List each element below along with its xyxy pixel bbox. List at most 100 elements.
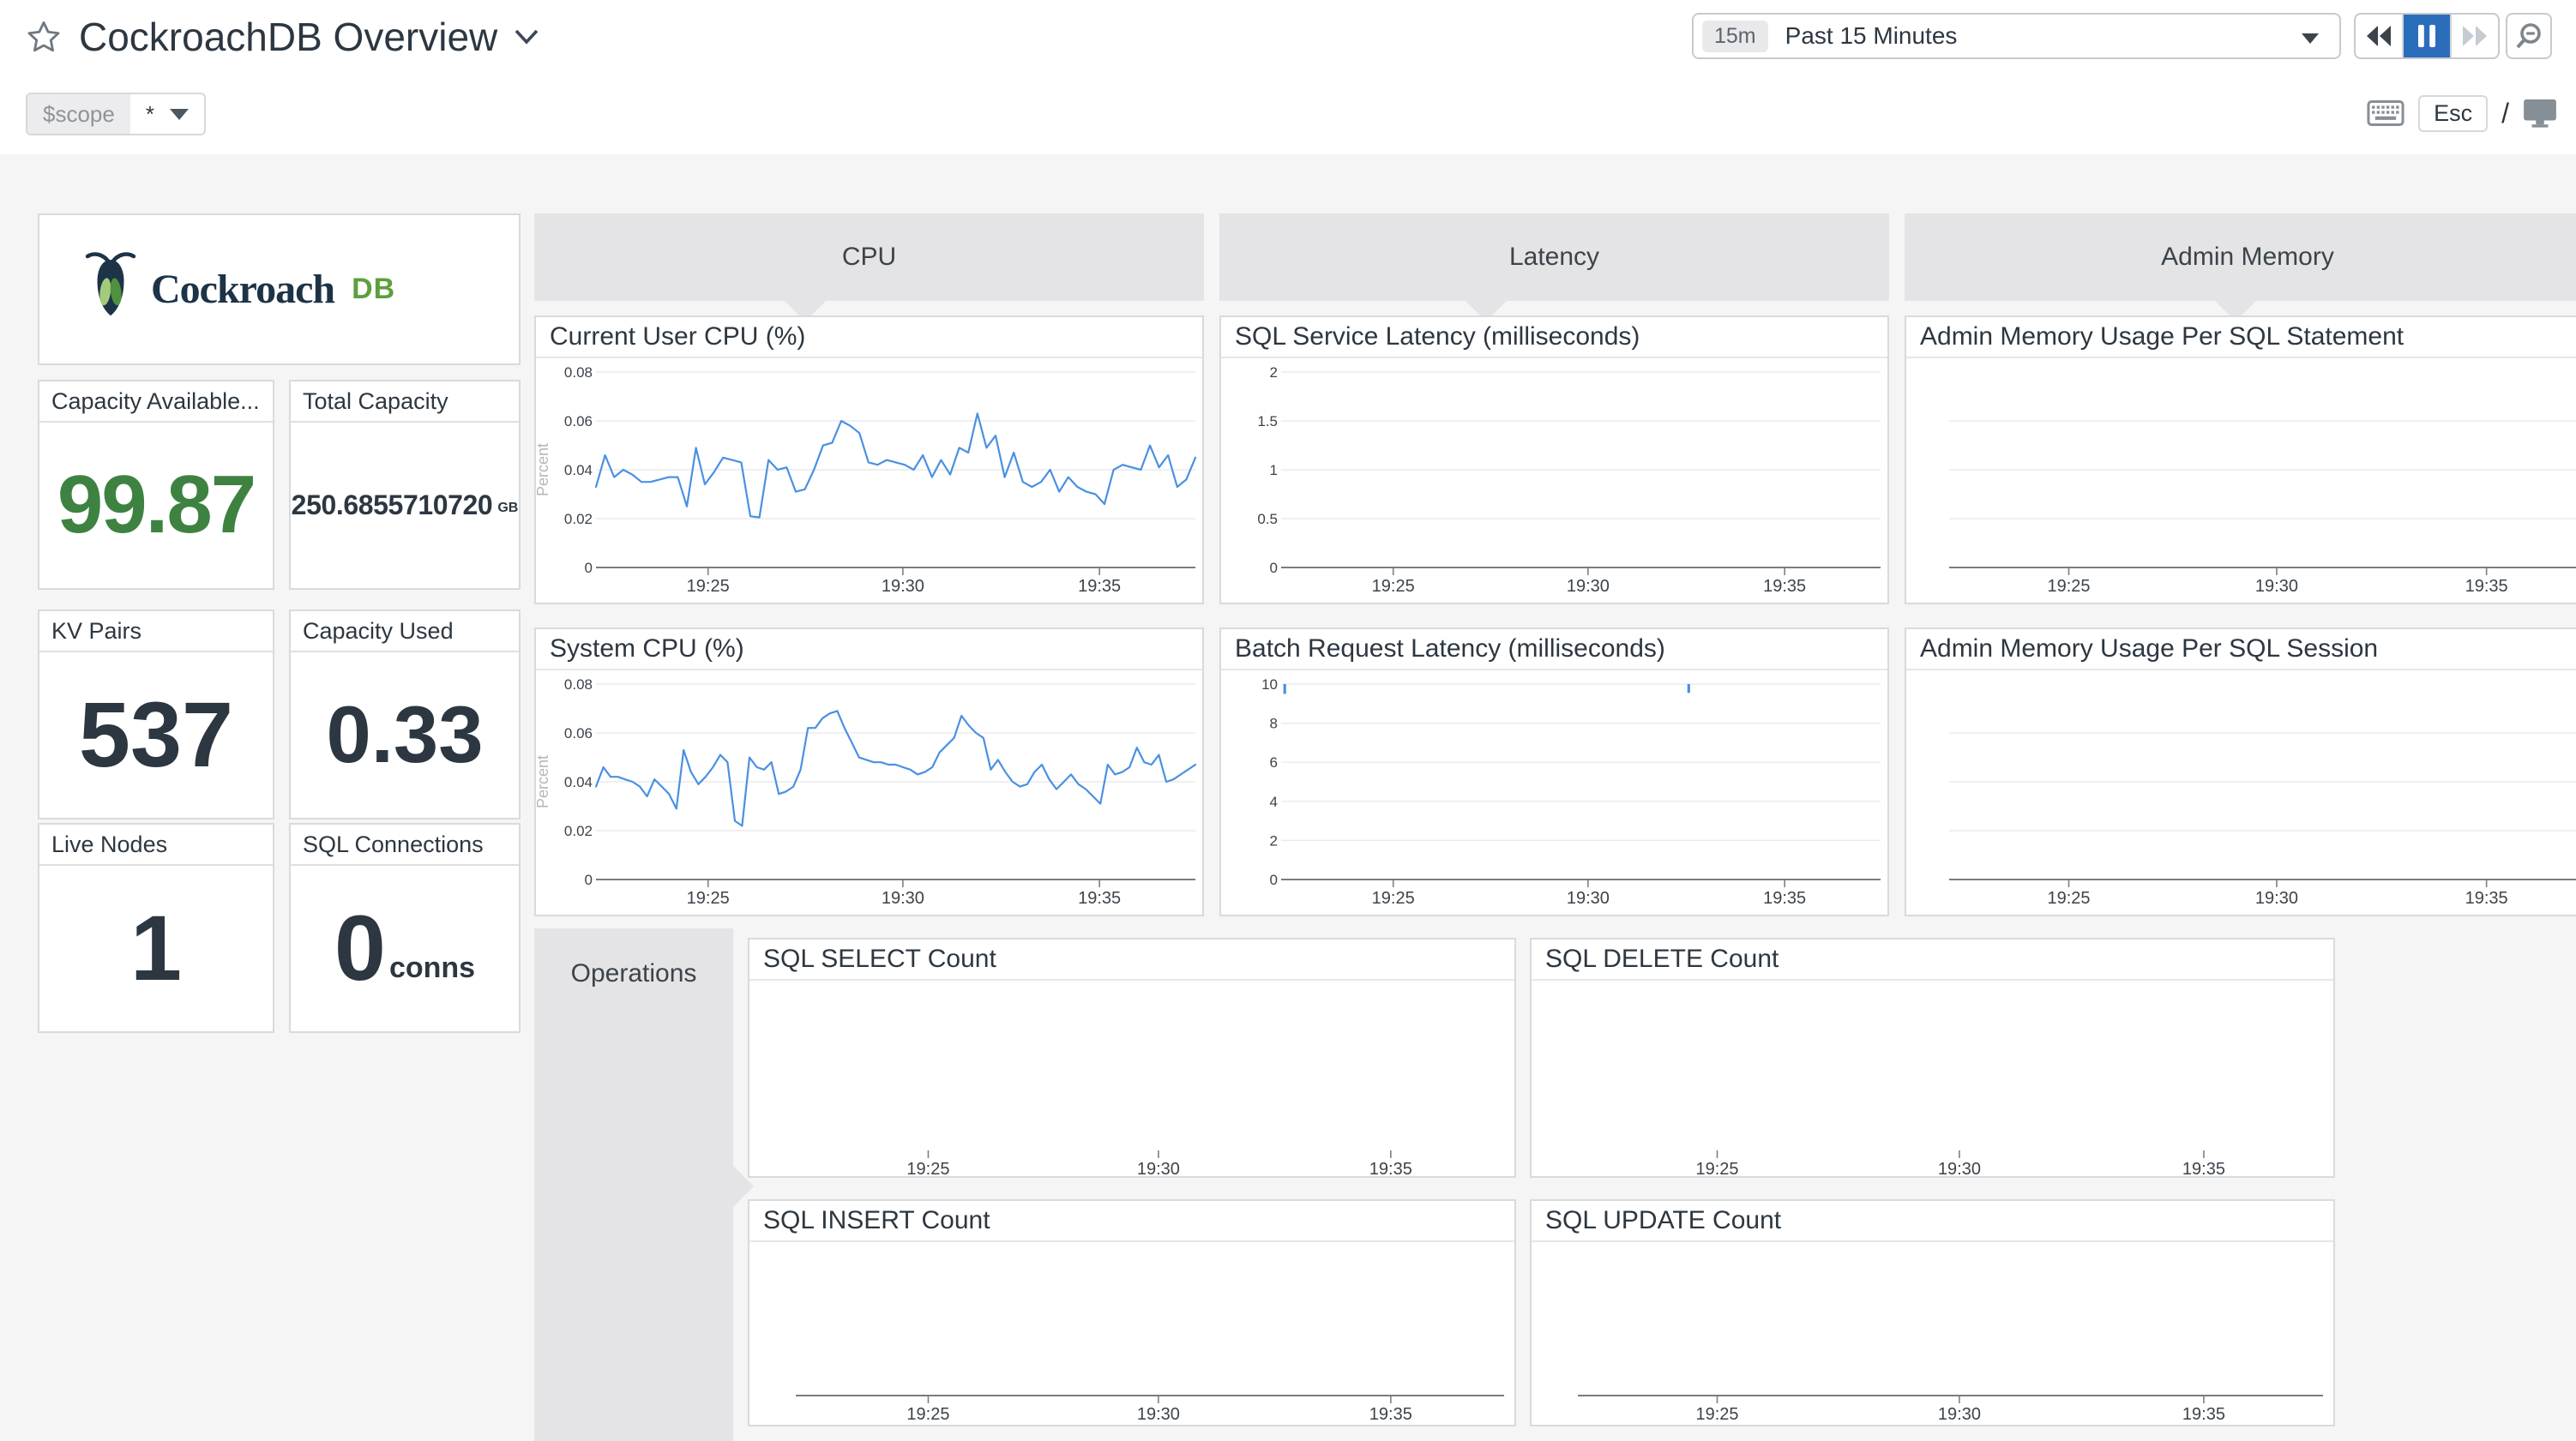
chart-card-admin-memory-session[interactable]: Admin Memory Usage Per SQL Session19:251… [1905,627,2576,916]
svg-text:6: 6 [1270,754,1278,771]
brand-suffix: DB [352,273,395,306]
time-range-selector[interactable]: 15m Past 15 Minutes [1692,13,2341,59]
svg-text:0.04: 0.04 [564,774,593,790]
fast-forward-icon [2463,26,2487,46]
svg-text:19:25: 19:25 [2047,577,2090,596]
chart-card-system-cpu[interactable]: System CPU (%)00.020.040.060.0819:2519:3… [534,627,1204,916]
svg-text:0: 0 [585,872,593,888]
chart-card-sql-select-count[interactable]: SQL SELECT Count19:2519:3019:35 [748,938,1516,1178]
svg-text:1.5: 1.5 [1257,413,1278,429]
svg-text:19:25: 19:25 [906,1405,949,1424]
stat-card-live-nodes[interactable]: Live Nodes 1 [38,823,274,1033]
chart-title: Current User CPU (%) [536,317,1202,358]
cockroachdb-logo-card: Cockroach DB [38,213,521,365]
svg-text:19:25: 19:25 [1695,1405,1738,1424]
group-label: Latency [1509,243,1599,272]
stat-value: 0 [334,902,386,994]
fast-forward-button[interactable] [2450,15,2498,57]
svg-text:0.08: 0.08 [564,364,593,381]
svg-text:19:25: 19:25 [1695,1160,1738,1178]
group-label: CPU [842,243,896,272]
stat-card-capacity-available[interactable]: Capacity Available... 99.87 [38,380,274,590]
group-header-cpu[interactable]: CPU [534,213,1204,301]
chart-card-sql-update-count[interactable]: SQL UPDATE Count 19:25 19:30 19:35 [1530,1199,2335,1426]
chart-card-sql-delete-count[interactable]: SQL DELETE Count19:2519:3019:35 [1530,938,2335,1178]
zoom-out-button[interactable] [2506,13,2552,59]
stat-value: 537 [79,688,233,781]
svg-text:Percent: Percent [536,443,551,496]
chart-card-batch-request-latency[interactable]: Batch Request Latency (milliseconds)0246… [1219,627,1889,916]
time-range-label: Past 15 Minutes [1785,22,1958,50]
svg-text:19:25: 19:25 [687,889,730,908]
pause-button[interactable] [2404,15,2450,57]
chart-title: SQL INSERT Count [749,1201,1514,1242]
svg-text:0.04: 0.04 [564,462,593,478]
dashboard-app: CockroachDB Overview 15m Past 15 Minutes… [0,0,2576,1441]
scope-value-text: * [146,101,154,128]
page-title: CockroachDB Overview [79,14,497,60]
svg-text:19:30: 19:30 [1938,1160,1981,1178]
chart-plot[interactable]: 19:2519:3019:35 [749,1242,1514,1426]
svg-text:0.06: 0.06 [564,413,593,429]
star-icon[interactable] [26,19,62,55]
svg-text:19:30: 19:30 [2255,889,2298,908]
svg-text:19:30: 19:30 [882,889,924,908]
chart-plot[interactable]: 19:2519:3019:35 [749,981,1514,1178]
stat-card-kv-pairs[interactable]: KV Pairs 537 [38,609,274,820]
svg-text:0.5: 0.5 [1257,511,1278,527]
chart-card-current-user-cpu[interactable]: Current User CPU (%)00.020.040.060.0819:… [534,315,1204,604]
chart-title: Admin Memory Usage Per SQL Session [1906,629,2576,670]
svg-text:19:35: 19:35 [2182,1405,2225,1424]
svg-text:19:30: 19:30 [1567,889,1610,908]
scope-value[interactable]: * [130,94,204,134]
svg-text:4: 4 [1270,794,1278,810]
chart-plot[interactable]: 19:2519:3019:35 [1532,981,2333,1178]
dropdown-caret-icon [2302,33,2319,44]
chart-plot[interactable]: 024681019:2519:3019:35 [1221,670,1887,916]
chart-plot[interactable]: 00.020.040.060.0819:2519:3019:35Percent [536,670,1202,916]
brand-name: Cockroach [151,266,334,313]
svg-text:0: 0 [1270,560,1278,576]
fullscreen-tv-icon[interactable] [2523,99,2557,128]
rewind-icon [2367,26,2391,46]
svg-text:0: 0 [1270,872,1278,888]
stat-title: Capacity Used [291,611,519,652]
svg-text:19:35: 19:35 [1763,577,1806,596]
stat-title: Live Nodes [39,825,273,866]
chart-plot[interactable]: 19:25 19:30 19:35 [1532,1242,2333,1426]
chart-title: SQL UPDATE Count [1532,1201,2333,1242]
time-range-chip: 15m [1702,21,1768,52]
stat-card-capacity-used[interactable]: Capacity Used 0.33 [289,609,521,820]
chart-title: Batch Request Latency (milliseconds) [1221,629,1887,670]
pause-icon [2418,25,2435,47]
svg-text:19:30: 19:30 [1567,577,1610,596]
svg-text:19:25: 19:25 [687,577,730,596]
chart-plot[interactable]: 19:2519:3019:35 [1906,670,2576,916]
chart-card-sql-insert-count[interactable]: SQL INSERT Count19:2519:3019:35 [748,1199,1516,1426]
esc-key[interactable]: Esc [2418,95,2488,132]
rewind-button[interactable] [2356,15,2404,57]
svg-text:19:25: 19:25 [1372,577,1415,596]
stat-card-total-capacity[interactable]: Total Capacity 250.6855710720GB [289,380,521,590]
stat-value: 1 [130,902,182,994]
stat-card-sql-connections[interactable]: SQL Connections 0conns [289,823,521,1033]
group-label: Admin Memory [2161,243,2334,272]
svg-text:19:30: 19:30 [1938,1405,1981,1424]
svg-text:19:30: 19:30 [882,577,924,596]
stat-value: 250.6855710720 [292,491,493,519]
group-header-latency[interactable]: Latency [1219,213,1889,301]
template-variable-scope[interactable]: $scope * [26,93,206,135]
chart-plot[interactable]: 00.020.040.060.0819:2519:3019:35Percent [536,358,1202,604]
group-header-operations[interactable]: Operations [534,928,733,1441]
chart-plot[interactable]: 00.511.5219:2519:3019:35 [1221,358,1887,604]
chart-card-admin-memory-statement[interactable]: Admin Memory Usage Per SQL Statement19:2… [1905,315,2576,604]
svg-text:0.08: 0.08 [564,676,593,693]
keyboard-icon[interactable] [2367,100,2404,126]
stat-title: Capacity Available... [39,381,273,423]
stat-value: 0.33 [327,694,484,775]
svg-text:0.06: 0.06 [564,725,593,742]
chart-plot[interactable]: 19:2519:3019:35 [1906,358,2576,604]
scope-name: $scope [27,94,130,134]
chevron-down-icon[interactable] [515,29,539,45]
chart-card-sql-service-latency[interactable]: SQL Service Latency (milliseconds)00.511… [1219,315,1889,604]
